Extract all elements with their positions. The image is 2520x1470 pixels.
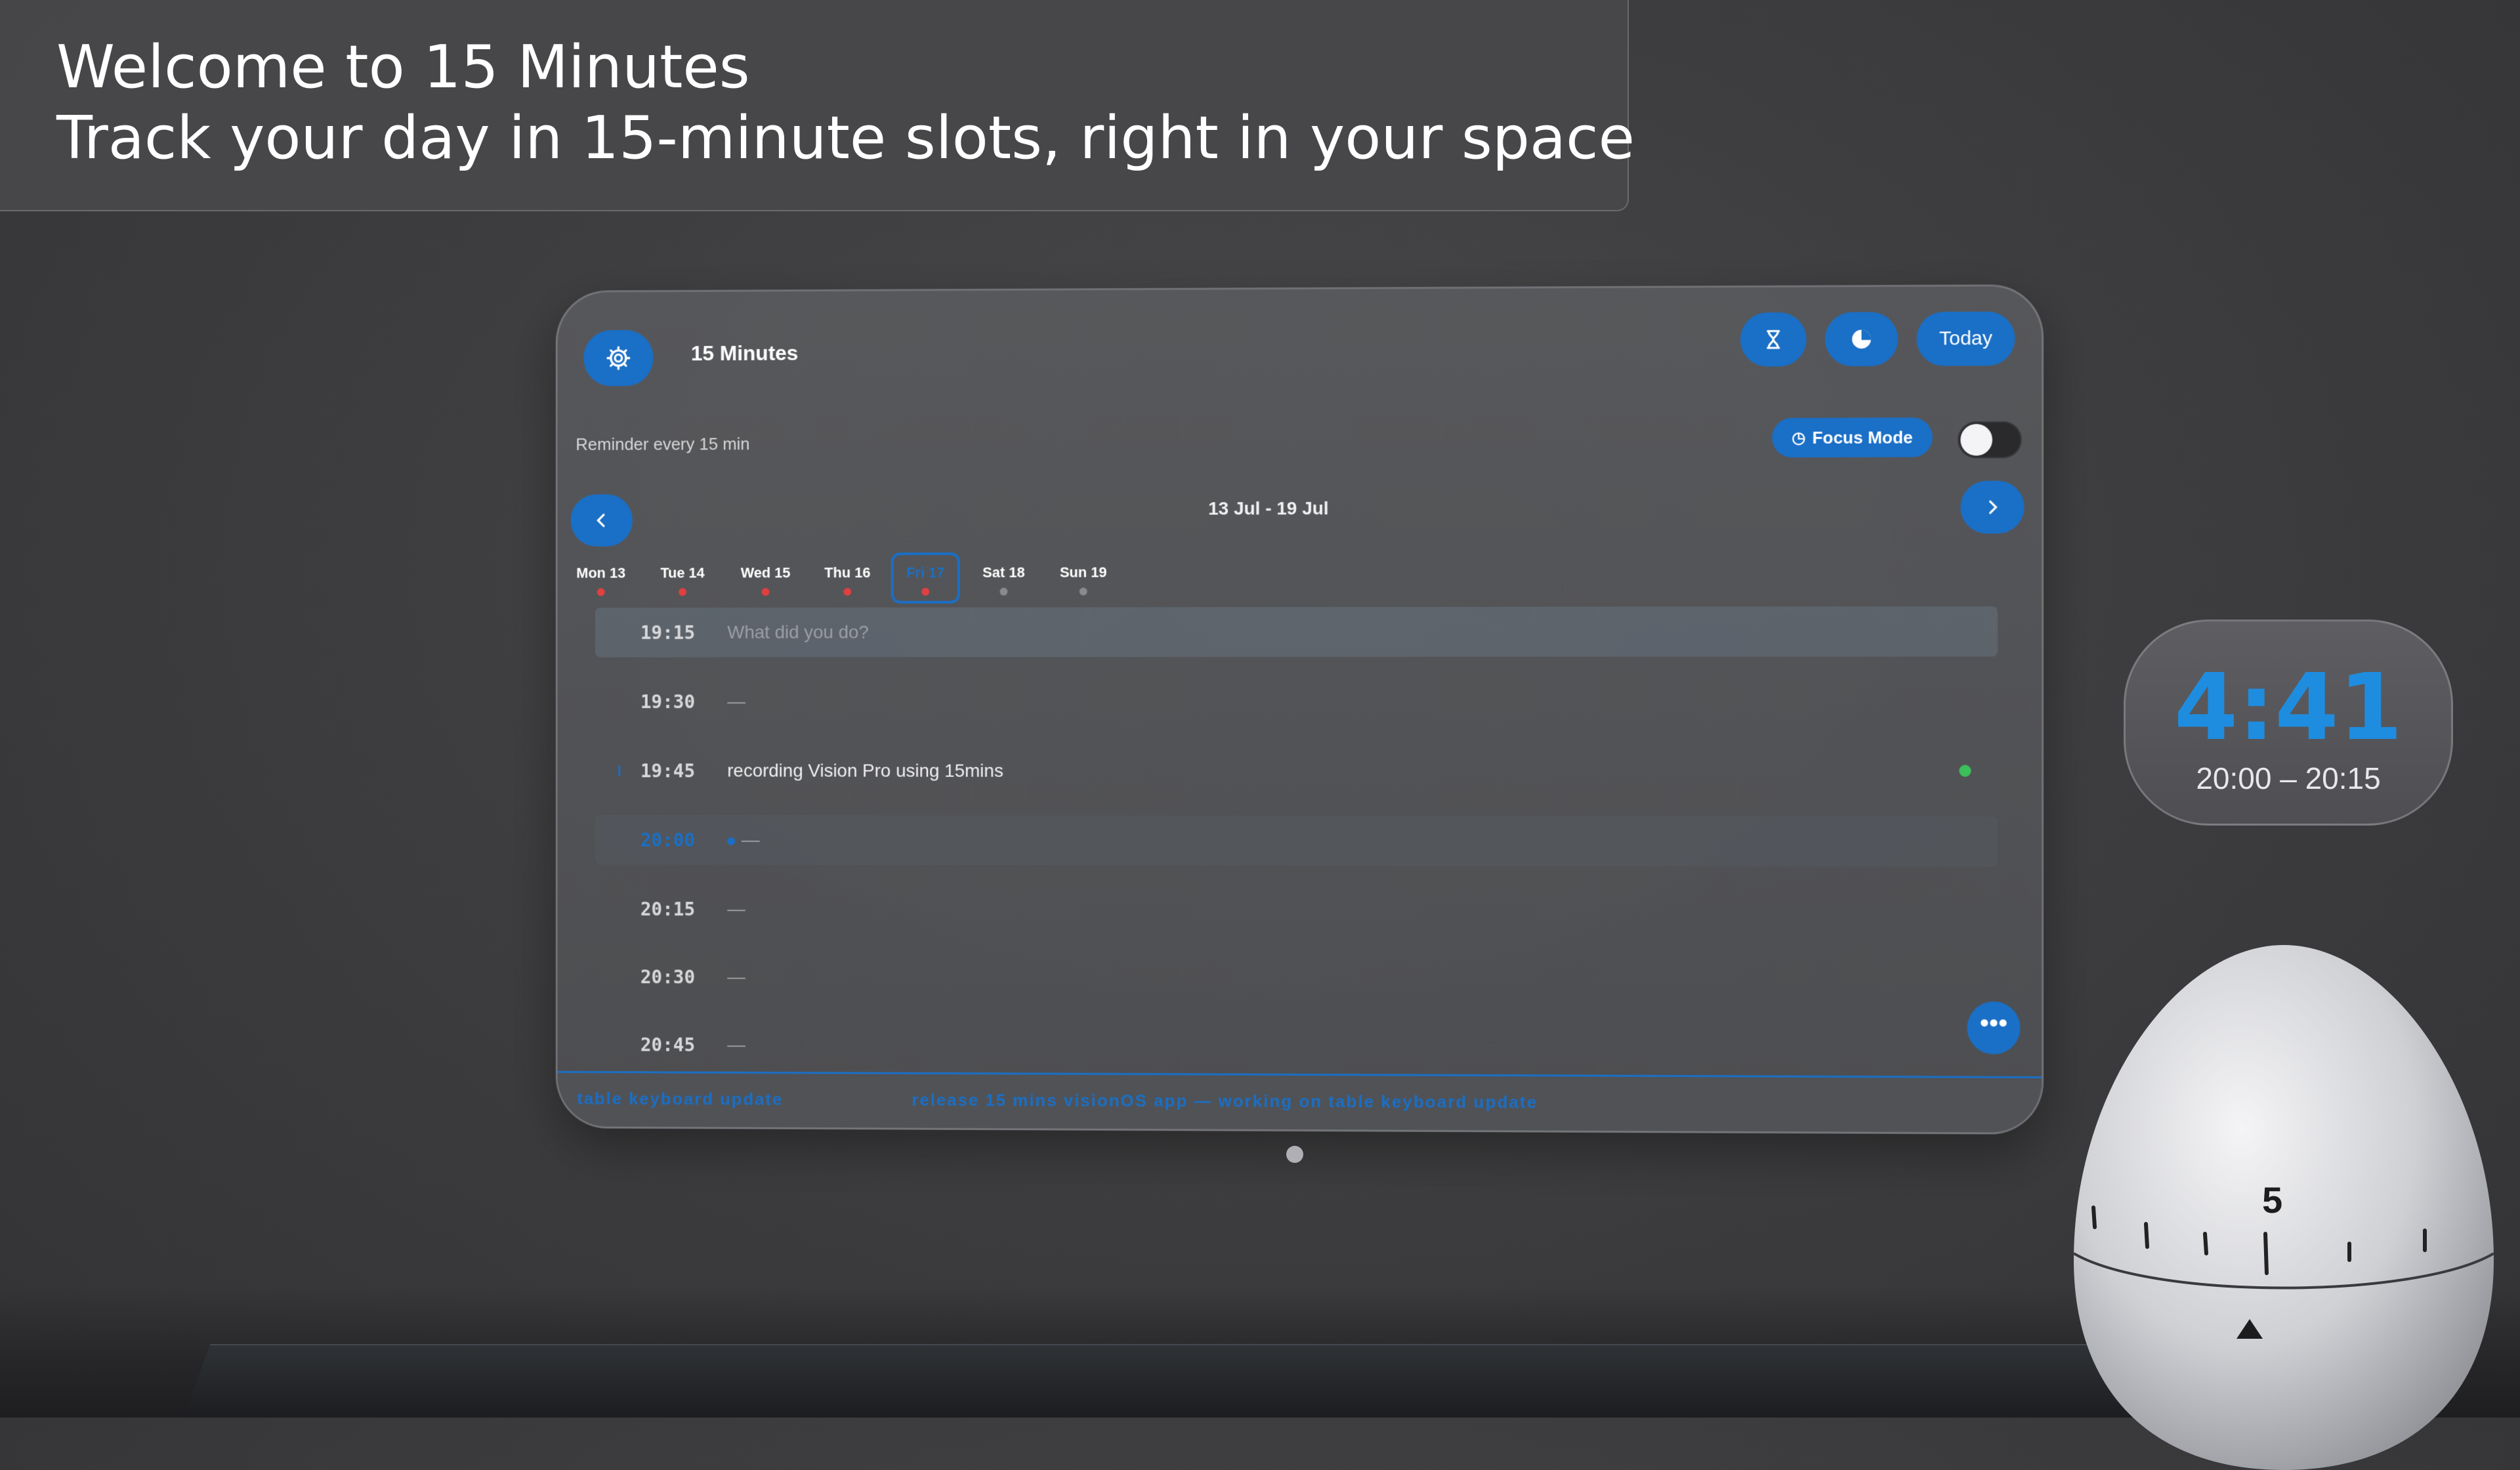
day-thu-16[interactable]: Thu 16 xyxy=(813,553,882,604)
day-tue-14[interactable]: Tue 14 xyxy=(648,553,717,604)
current-slot-dot xyxy=(727,837,736,845)
footer-right-text: release 15 mins visionOS app — working o… xyxy=(912,1089,1538,1112)
slot-time: 19:30 xyxy=(640,691,696,713)
countdown-slot-range: 20:00 – 20:15 xyxy=(2196,761,2381,795)
slot-time: 20:45 xyxy=(640,1034,696,1056)
day-status-dot xyxy=(597,588,605,597)
banner-subtitle: Track your day in 15-minute slots, right… xyxy=(56,104,1635,173)
focus-mode-label: Focus Mode xyxy=(1812,427,1913,448)
chevron-right-icon xyxy=(1984,497,2001,517)
focus-mode-button[interactable]: ◷ Focus Mode xyxy=(1772,417,1933,458)
slot-entry: recording Vision Pro using 15mins xyxy=(727,760,1003,781)
ellipsis-icon: ••• xyxy=(1979,1009,2008,1038)
egg-shell xyxy=(2074,945,2494,1470)
settings-button[interactable] xyxy=(583,329,654,387)
stats-button[interactable] xyxy=(1824,312,1899,367)
slot-row-2000[interactable]: 20:00 — xyxy=(595,814,1998,867)
slot-time: 20:15 xyxy=(640,898,696,921)
day-sun-19[interactable]: Sun 19 xyxy=(1049,552,1118,603)
day-status-dot xyxy=(843,587,852,596)
clock-icon: ◷ xyxy=(1792,429,1806,447)
window-grabber[interactable] xyxy=(1286,1146,1303,1163)
slot-time: 19:15 xyxy=(640,621,696,644)
day-fri-17[interactable]: Fri 17 xyxy=(891,552,960,604)
day-label: Mon 13 xyxy=(576,564,626,581)
slot-row-1930[interactable]: 19:30 — xyxy=(595,677,1998,727)
today-button[interactable]: Today xyxy=(1916,311,2015,366)
chevron-left-icon xyxy=(593,511,610,530)
hourglass-icon xyxy=(1762,327,1784,352)
day-label: Wed 15 xyxy=(740,564,791,581)
gear-icon xyxy=(606,345,631,371)
day-label: Fri 17 xyxy=(906,564,945,581)
countdown-remaining: 4:41 xyxy=(2174,654,2403,761)
pie-chart-icon xyxy=(1852,329,1874,349)
welcome-banner: Welcome to 15 Minutes Track your day in … xyxy=(0,0,1635,211)
app-title: 15 Minutes xyxy=(690,341,799,366)
slot-time-current: 20:00 xyxy=(640,829,696,851)
timer-button[interactable] xyxy=(1740,312,1807,367)
day-label: Sun 19 xyxy=(1059,564,1107,581)
previous-week-button[interactable] xyxy=(570,494,633,547)
slot-time: 19:45 xyxy=(640,760,696,782)
slot-entry: — xyxy=(727,691,746,711)
footer-left-text: table keyboard update xyxy=(577,1088,784,1109)
day-label: Tue 14 xyxy=(660,564,705,581)
day-status-dot xyxy=(761,587,770,596)
slot-time: 20:30 xyxy=(640,966,696,988)
day-mon-13[interactable]: Mon 13 xyxy=(566,553,635,604)
day-status-dot xyxy=(999,587,1008,596)
more-options-button[interactable]: ••• xyxy=(1967,1001,2021,1055)
egg-timer-object: 5 xyxy=(2074,945,2494,1470)
day-status-dot xyxy=(1079,587,1087,596)
week-range: 13 Jul - 19 Jul xyxy=(1208,497,1329,519)
slot-row-1915[interactable]: 19:15 What did you do? xyxy=(595,606,1998,658)
slot-entry: — xyxy=(741,829,760,850)
egg-dial-number: 5 xyxy=(2262,1179,2282,1221)
slot-entry: — xyxy=(727,898,746,919)
reminder-label: Reminder every 15 min xyxy=(576,434,750,454)
toggle-knob xyxy=(1960,423,1992,456)
slot-entry: — xyxy=(727,966,746,987)
day-sat-18[interactable]: Sat 18 xyxy=(969,553,1038,604)
slot-row-2030[interactable]: 20:30 — xyxy=(595,952,1998,1005)
slot-marker xyxy=(618,765,627,776)
countdown-widget: 4:41 20:00 – 20:15 xyxy=(2124,620,2453,826)
slot-row-2015[interactable]: 20:15 — xyxy=(595,884,1998,936)
slot-entry: — xyxy=(727,1034,746,1055)
summary-footer: table keyboard update release 15 mins vi… xyxy=(557,1070,2042,1133)
slot-row-2045[interactable]: 20:45 — xyxy=(595,1020,1998,1074)
desk-surface xyxy=(183,1344,2245,1418)
day-status-dot xyxy=(921,587,930,596)
focus-mode-toggle[interactable] xyxy=(1958,421,2022,459)
day-label: Sat 18 xyxy=(982,564,1025,581)
app-window: 15 Minutes Today Reminder every 15 min ◷… xyxy=(555,284,2044,1135)
next-week-button[interactable] xyxy=(1960,480,2025,534)
slot-input[interactable]: What did you do? xyxy=(727,622,869,643)
day-selector: Mon 13 Tue 14 Wed 15 Thu 16 Fri 17 Sat 1… xyxy=(566,552,1152,612)
day-wed-15[interactable]: Wed 15 xyxy=(731,553,800,604)
day-label: Thu 16 xyxy=(824,564,871,581)
banner-title: Welcome to 15 Minutes xyxy=(56,33,750,102)
slot-row-1945[interactable]: 19:45 recording Vision Pro using 15mins xyxy=(595,746,1998,797)
day-status-dot xyxy=(679,588,686,597)
done-indicator xyxy=(1959,765,1971,777)
